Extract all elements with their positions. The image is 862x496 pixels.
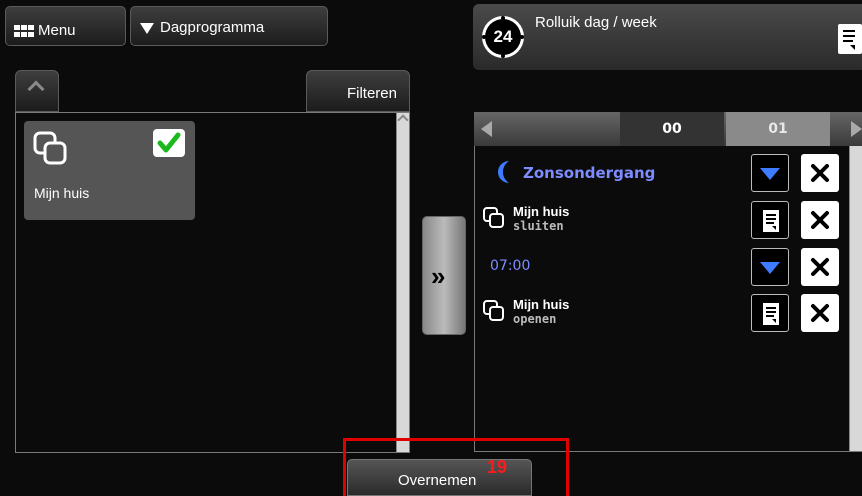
arrow-right-icon[interactable]: [851, 121, 862, 137]
double-chevron-right-icon: »: [431, 261, 446, 291]
step-number: 19: [487, 457, 508, 477]
hour-selector: 00 01: [474, 112, 862, 146]
command-label: openen: [513, 312, 557, 326]
menu-grid-icon: [14, 25, 34, 37]
arrow-left-icon[interactable]: [481, 121, 492, 137]
hour-next[interactable]: 01: [726, 112, 830, 146]
delete-button[interactable]: [801, 248, 839, 286]
header-bar: 24 Rolluik dag / week: [473, 4, 862, 70]
group-tile[interactable]: Mijn huis: [24, 121, 195, 220]
menu-label: Menu: [38, 22, 76, 39]
event-label: Zonsondergang: [523, 164, 656, 182]
command-label: sluiten: [513, 219, 564, 233]
dropdown-button[interactable]: [751, 248, 789, 286]
page-title: Rolluik dag / week: [535, 14, 657, 31]
delete-button[interactable]: [801, 154, 839, 192]
checkmark-icon[interactable]: [153, 129, 185, 157]
close-icon: [811, 164, 829, 182]
delete-button[interactable]: [801, 201, 839, 239]
delete-button[interactable]: [801, 294, 839, 332]
triangle-down-icon: [760, 262, 780, 274]
filter-button[interactable]: Filteren: [306, 70, 410, 112]
filter-label: Filteren: [346, 85, 397, 102]
group-icon: [33, 131, 67, 165]
close-icon: [811, 211, 829, 229]
transfer-button[interactable]: »: [422, 216, 466, 335]
hour-current[interactable]: 00: [620, 112, 724, 146]
dropdown-button[interactable]: [751, 154, 789, 192]
schedule-row: Mijn huis openen: [475, 290, 849, 336]
schedule-row: 07:00: [475, 244, 849, 290]
chevron-up-icon[interactable]: [397, 114, 409, 126]
menu-button[interactable]: Menu: [5, 6, 126, 46]
chevron-up-icon: [27, 80, 45, 98]
collapse-button[interactable]: [15, 70, 59, 112]
group-icon: [483, 300, 504, 321]
group-name: Mijn huis: [513, 297, 570, 312]
edit-button[interactable]: [751, 201, 789, 239]
program-label: Dagprogramma: [160, 19, 265, 36]
clock-number: 24: [485, 19, 521, 55]
group-name: Mijn huis: [513, 204, 570, 219]
triangle-down-icon: [760, 168, 780, 180]
document-icon[interactable]: [838, 24, 862, 54]
scrollbar[interactable]: [396, 113, 409, 452]
document-icon: [763, 303, 779, 325]
time-label: 07:00: [490, 258, 531, 274]
accept-label: Overnemen: [398, 472, 477, 489]
document-icon: [763, 210, 779, 232]
scrollbar[interactable]: [849, 146, 862, 451]
close-icon: [811, 258, 829, 276]
edit-button[interactable]: [751, 294, 789, 332]
group-icon: [483, 207, 504, 228]
moon-icon: [498, 161, 509, 183]
triangle-down-icon: [140, 23, 154, 34]
program-dropdown[interactable]: Dagprogramma: [130, 6, 328, 46]
schedule-row: Mijn huis sluiten: [475, 197, 849, 243]
clock-24-icon: 24: [482, 16, 524, 58]
tile-label: Mijn huis: [34, 185, 90, 201]
close-icon: [811, 304, 829, 322]
schedule-row: Zonsondergang: [475, 150, 849, 196]
